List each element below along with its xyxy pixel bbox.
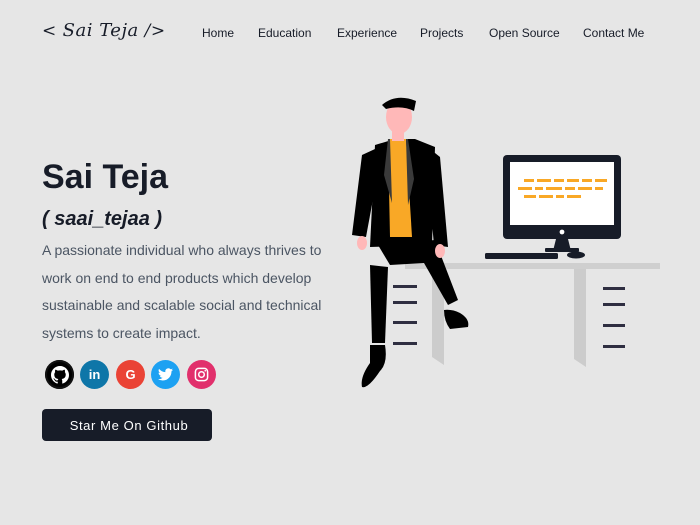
nav-education[interactable]: Education [258, 26, 311, 40]
nav-contact[interactable]: Contact Me [583, 26, 644, 40]
drawer-line [603, 324, 625, 327]
mouse [567, 251, 585, 259]
drawer-line [393, 342, 417, 345]
nav-projects[interactable]: Projects [420, 26, 463, 40]
person-leg-back [370, 265, 388, 343]
person-hand-right [435, 244, 445, 258]
nav-open-source[interactable]: Open Source [489, 26, 560, 40]
github-icon[interactable] [45, 360, 74, 389]
nav-home[interactable]: Home [202, 26, 234, 40]
hero-handle: ( saai_tejaa ) [42, 208, 163, 230]
hero-bio: A passionate individual who always thriv… [42, 242, 322, 341]
linkedin-icon[interactable]: in [80, 360, 109, 389]
instagram-icon[interactable] [187, 360, 216, 389]
developer-illustration [352, 97, 660, 388]
drawer-line [393, 285, 417, 288]
nav-experience[interactable]: Experience [337, 26, 397, 40]
google-icon[interactable]: G [116, 360, 145, 389]
star-github-button[interactable]: Star Me On Github [42, 409, 212, 441]
github-glyph [50, 365, 69, 384]
person-hand-left [357, 236, 367, 250]
drawer-line [603, 345, 625, 348]
drawer-line [393, 321, 417, 324]
monitor-button [559, 229, 565, 235]
star-github-label: Star Me On Github [69, 417, 189, 433]
main-nav: Home Education Experience Projects Open … [0, 26, 700, 42]
person-shoe-back [361, 345, 386, 388]
twitter-icon[interactable] [151, 360, 180, 389]
drawer-line [603, 287, 625, 290]
keyboard [485, 253, 558, 259]
drawer-line [393, 301, 417, 304]
instagram-glyph [194, 367, 209, 382]
person-shoe-front [444, 309, 469, 329]
person-leg-front [378, 240, 458, 305]
monitor-screen [510, 162, 614, 225]
hero-name: Sai Teja [42, 158, 168, 196]
desk-leg-right [574, 269, 586, 367]
drawer-line [603, 303, 625, 306]
monitor-base [545, 248, 579, 252]
twitter-glyph [158, 368, 173, 381]
